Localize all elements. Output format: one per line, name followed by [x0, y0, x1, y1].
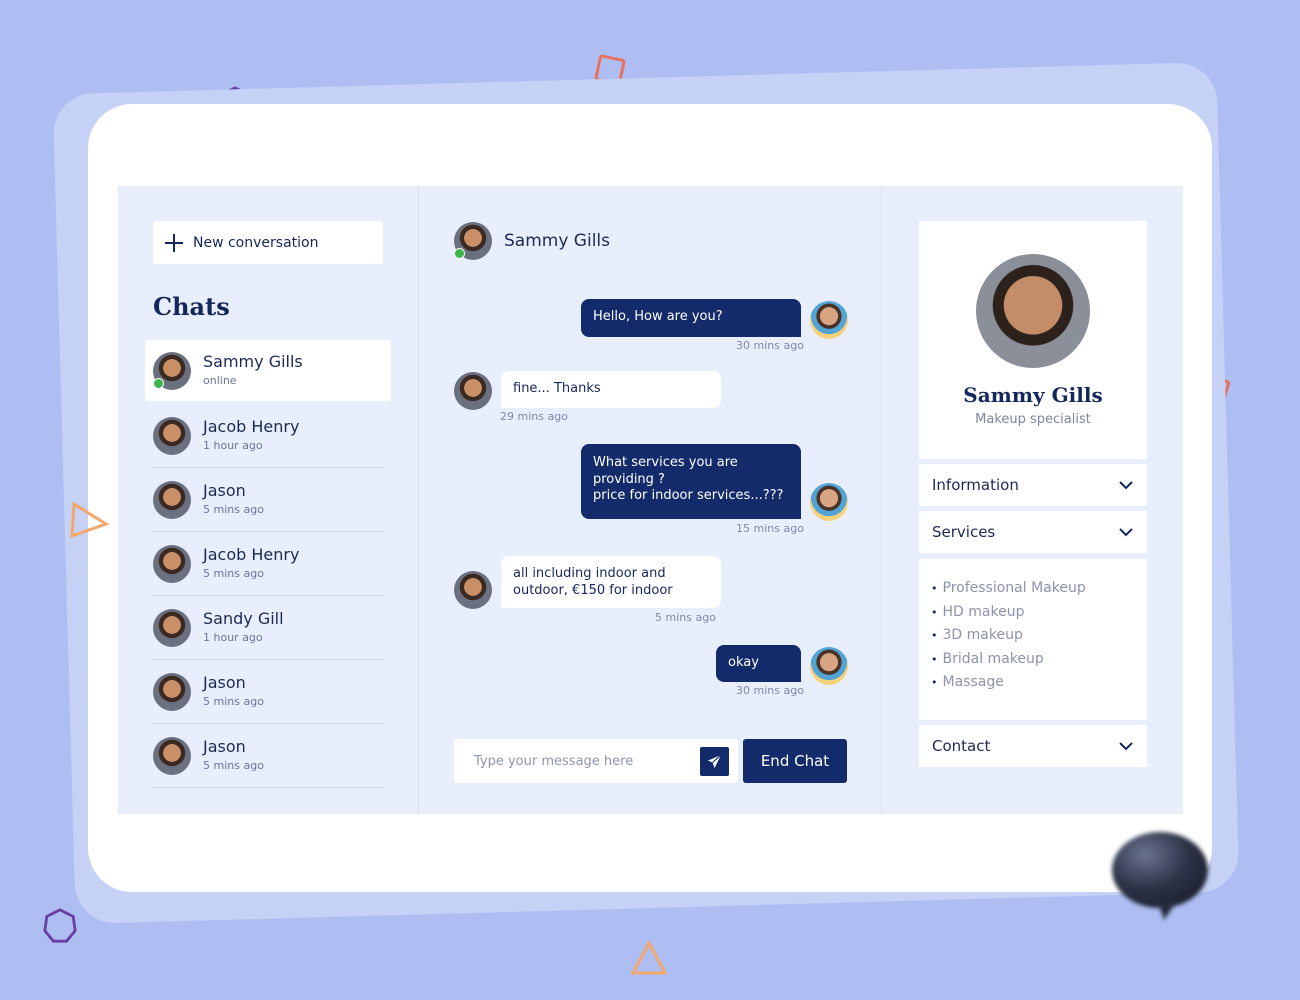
chat-contact-name: Sammy Gills	[203, 352, 303, 371]
avatar	[153, 480, 191, 519]
contact-accordion[interactable]: Contact	[919, 725, 1147, 767]
message-timestamp: 5 mins ago	[655, 611, 716, 624]
message-bubble: okay	[716, 645, 801, 682]
send-button[interactable]	[700, 747, 729, 776]
chat-contact-status: 1 hour ago	[203, 631, 263, 644]
chat-contact-name: Jacob Henry	[203, 545, 300, 564]
message-outgoing: Hello, How are you?	[581, 299, 801, 337]
message-timestamp: 30 mins ago	[736, 339, 804, 352]
chat-list-item[interactable]: Jason 5 mins ago	[153, 660, 383, 724]
avatar	[454, 222, 492, 260]
chat-contact-status: 5 mins ago	[203, 503, 264, 516]
service-item: HD makeup	[931, 601, 1147, 625]
service-item: Professional Makeup	[931, 577, 1147, 601]
avatar	[810, 301, 848, 339]
message-timestamp: 29 mins ago	[500, 410, 568, 423]
avatar	[153, 416, 191, 455]
chat-contact-name: Sandy Gill	[203, 609, 284, 628]
chat-contact-name: Jason	[203, 737, 246, 756]
new-conversation-label: New conversation	[193, 234, 319, 251]
message-outgoing: What services you are providing ? price …	[581, 444, 801, 519]
avatar	[454, 571, 492, 609]
chat-bubble-icon	[1112, 832, 1208, 920]
chat-contact-status: 5 mins ago	[203, 759, 264, 772]
chat-contact-status: online	[203, 374, 237, 387]
chat-list: Sammy Gills online Jacob Henry 1 hour ago …	[145, 340, 391, 788]
information-accordion[interactable]: Information	[919, 464, 1147, 506]
chat-contact-status: 5 mins ago	[203, 567, 264, 580]
message-bubble: fine... Thanks	[501, 371, 721, 408]
chat-list-item[interactable]: Jacob Henry 5 mins ago	[153, 532, 383, 596]
message-incoming: fine... Thanks	[501, 371, 721, 408]
decor-hexagon-icon	[43, 908, 77, 943]
avatar	[153, 544, 191, 583]
service-item: 3D makeup	[931, 624, 1147, 648]
message-bubble: all including indoor and outdoor, €150 f…	[501, 556, 721, 608]
profile-name: Sammy Gills	[963, 383, 1103, 407]
chat-list-item[interactable]: Jason 5 mins ago	[153, 724, 383, 788]
message-composer	[454, 739, 738, 783]
profile-photo	[976, 254, 1090, 368]
chat-app: New conversation Chats Sammy Gills online…	[118, 186, 1183, 814]
message-incoming: all including indoor and outdoor, €150 f…	[501, 556, 721, 608]
avatar	[810, 647, 848, 685]
chat-contact-name: Jacob Henry	[203, 417, 300, 436]
message-bubble: Hello, How are you?	[581, 299, 801, 337]
avatar	[810, 483, 848, 521]
profile-panel: Sammy Gills Makeup specialist Informatio…	[882, 186, 1183, 814]
plus-icon	[165, 233, 183, 252]
send-icon	[707, 754, 722, 769]
avatar	[153, 736, 191, 775]
chat-contact-status: 1 hour ago	[203, 439, 263, 452]
message-outgoing: okay	[716, 645, 801, 682]
avatar	[153, 672, 191, 711]
message-bubble: What services you are providing ? price …	[581, 444, 801, 519]
online-status-dot	[153, 377, 164, 389]
chevron-down-icon	[1119, 741, 1133, 750]
avatar	[153, 608, 191, 647]
avatar	[153, 351, 191, 390]
sidebar: New conversation Chats Sammy Gills online…	[118, 186, 419, 814]
message-input[interactable]	[472, 752, 696, 770]
chat-header-name: Sammy Gills	[504, 231, 610, 251]
information-label: Information	[932, 476, 1019, 494]
chat-contact-name: Jason	[203, 481, 246, 500]
chat-list-item[interactable]: Sandy Gill 1 hour ago	[153, 596, 383, 660]
message-timestamp: 15 mins ago	[736, 522, 804, 535]
services-list: Professional Makeup HD makeup 3D makeup …	[919, 559, 1147, 720]
decor-triangle-icon	[630, 939, 668, 975]
service-item: Bridal makeup	[931, 648, 1147, 672]
decor-triangle-icon	[70, 501, 110, 539]
chat-contact-status: 5 mins ago	[203, 695, 264, 708]
chat-contact-name: Jason	[203, 673, 246, 692]
chat-list-item[interactable]: Jason 5 mins ago	[153, 468, 383, 532]
services-accordion[interactable]: Services	[919, 511, 1147, 553]
new-conversation-button[interactable]: New conversation	[153, 221, 383, 264]
chat-list-item[interactable]: Jacob Henry 1 hour ago	[153, 404, 383, 468]
message-timestamp: 30 mins ago	[736, 684, 804, 697]
profile-card: Sammy Gills Makeup specialist	[919, 221, 1147, 459]
chevron-down-icon	[1119, 527, 1133, 536]
contact-label: Contact	[932, 737, 991, 755]
chat-panel: Sammy Gills Hello, How are you? 30 mins …	[419, 186, 882, 814]
service-item: Massage	[931, 671, 1147, 695]
online-status-dot	[454, 248, 465, 259]
chevron-down-icon	[1119, 480, 1133, 489]
profile-role: Makeup specialist	[975, 412, 1091, 427]
end-chat-button[interactable]: End Chat	[743, 739, 847, 783]
avatar	[454, 372, 492, 410]
chat-list-item-active[interactable]: Sammy Gills online	[145, 340, 391, 401]
chat-header: Sammy Gills	[454, 222, 610, 260]
chats-title: Chats	[153, 292, 230, 321]
services-label: Services	[932, 523, 996, 541]
